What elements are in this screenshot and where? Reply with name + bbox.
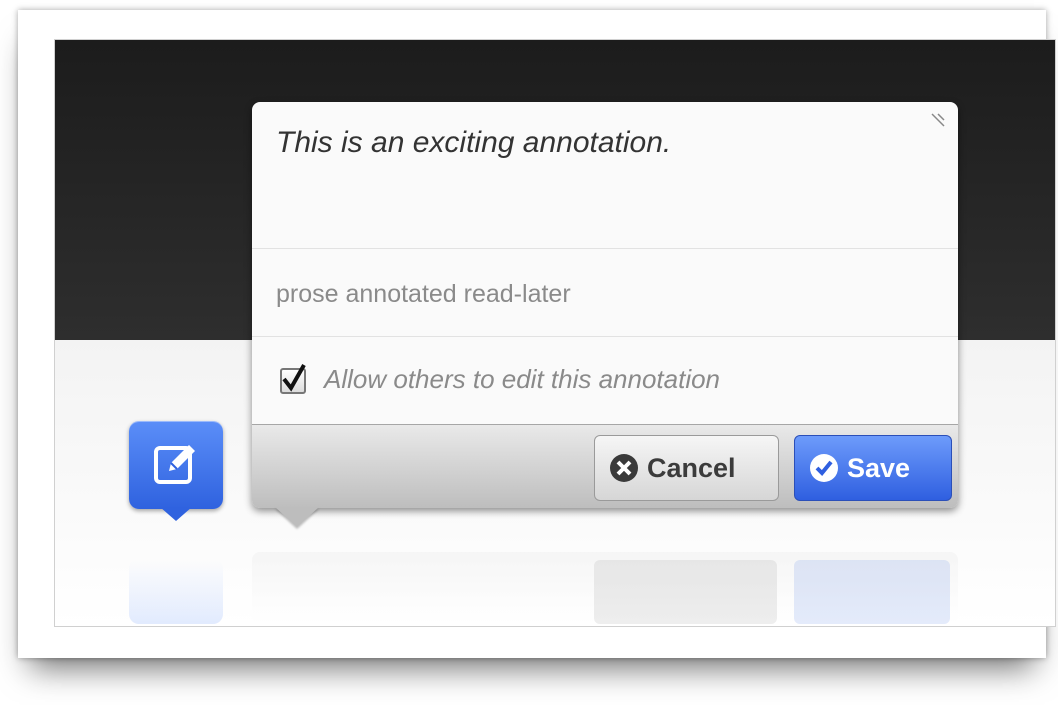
x-circle-icon: [610, 454, 638, 482]
allow-edit-label: Allow others to edit this annotation: [324, 364, 721, 394]
editor-pointer: [275, 507, 319, 527]
save-button[interactable]: Save: [794, 435, 952, 501]
cancel-button[interactable]: Cancel: [594, 435, 779, 501]
check-circle-icon: [810, 454, 838, 482]
edit-icon: [154, 445, 195, 484]
divider: [252, 336, 958, 337]
cancel-label: Cancel: [647, 453, 736, 483]
cancel-button-reflection: [594, 560, 777, 624]
tags-input[interactable]: prose annotated read-later: [276, 280, 571, 309]
allow-edit-checkbox[interactable]: [280, 364, 306, 394]
save-label: Save: [847, 453, 911, 483]
annotate-button[interactable]: [129, 421, 223, 521]
annotation-editor: This is an exciting annotation. prose an…: [252, 102, 958, 508]
divider: [252, 248, 958, 249]
page-frame: This is an exciting annotation. prose an…: [54, 39, 1056, 627]
save-button-reflection: [794, 560, 950, 624]
checkmark-icon: [282, 364, 306, 392]
resize-grip-icon[interactable]: [930, 112, 946, 128]
annotation-textarea[interactable]: This is an exciting annotation.: [276, 126, 671, 160]
annotate-button-reflection: [129, 558, 223, 624]
editor-controls: Cancel Save: [252, 424, 958, 508]
